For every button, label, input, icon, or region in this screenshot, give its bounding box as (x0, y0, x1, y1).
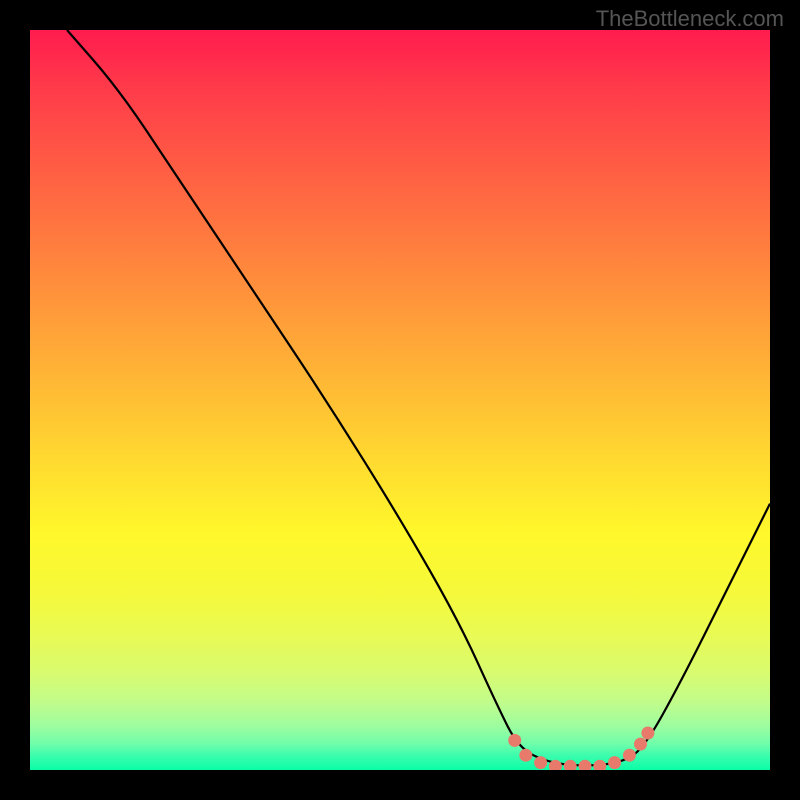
watermark-text: TheBottleneck.com (596, 6, 784, 32)
data-marker (623, 749, 636, 762)
data-marker (579, 760, 592, 770)
data-markers (508, 727, 654, 771)
data-marker (608, 756, 621, 769)
data-marker (564, 760, 577, 770)
data-marker (593, 760, 606, 770)
data-marker (641, 727, 654, 740)
chart-svg (30, 30, 770, 770)
bottleneck-curve (67, 30, 770, 765)
data-marker (634, 738, 647, 751)
data-marker (534, 756, 547, 769)
plot-area (30, 30, 770, 770)
data-marker (508, 734, 521, 747)
data-marker (519, 749, 532, 762)
